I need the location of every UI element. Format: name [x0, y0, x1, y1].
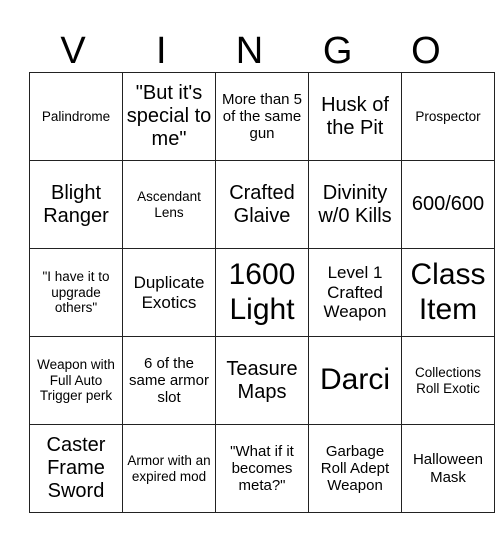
board-row: Weapon with Full Auto Trigger perk 6 of t… [29, 336, 495, 425]
header-letter-g: G [322, 30, 353, 72]
bingo-cell[interactable]: 6 of the same armor slot [122, 336, 216, 425]
bingo-cell[interactable]: Darci [308, 336, 402, 425]
header-letter-v: V [60, 30, 86, 72]
board-row: Palindrome "But it's special to me" More t… [29, 72, 495, 161]
bingo-cell[interactable]: "But it's special to me" [122, 72, 216, 161]
bingo-cell[interactable]: Level 1 Crafted Weapon [308, 248, 402, 337]
header-letter-i: I [156, 30, 167, 72]
bingo-cell[interactable]: Crafted Glaive [215, 160, 309, 249]
bingo-cell[interactable]: More than 5 of the same gun [215, 72, 309, 161]
board-row: Blight Ranger Ascendant Lens Crafted Glaiv… [29, 160, 495, 249]
bingo-cell[interactable]: "What if it becomes meta?" [215, 424, 309, 513]
header-letter-n: N [235, 30, 264, 72]
bingo-cell[interactable]: Palindrome [29, 72, 123, 161]
bingo-cell[interactable]: Collections Roll Exotic [401, 336, 495, 425]
bingo-cell[interactable]: Husk of the Pit [308, 72, 402, 161]
bingo-cell[interactable]: Class Item [401, 248, 495, 337]
bingo-cell[interactable]: 600/600 [401, 160, 495, 249]
board-row: "I have it to upgrade others" Duplicate E… [29, 248, 495, 337]
bingo-cell[interactable]: 1600 Light [215, 248, 309, 337]
bingo-cell[interactable]: Garbage Roll Adept Weapon [308, 424, 402, 513]
bingo-cell[interactable]: Prospector [401, 72, 495, 161]
bingo-cell[interactable]: Weapon with Full Auto Trigger perk [29, 336, 123, 425]
bingo-cell[interactable]: "I have it to upgrade others" [29, 248, 123, 337]
bingo-cell[interactable]: Ascendant Lens [122, 160, 216, 249]
bingo-cell[interactable]: Teasure Maps [215, 336, 309, 425]
bingo-cell[interactable]: Blight Ranger [29, 160, 123, 249]
bingo-cell[interactable]: Duplicate Exotics [122, 248, 216, 337]
board-row: Caster Frame Sword Armor with an expired … [29, 424, 495, 513]
bingo-cell[interactable]: Caster Frame Sword [29, 424, 123, 513]
bingo-cell[interactable]: Halloween Mask [401, 424, 495, 513]
bingo-cell[interactable]: Armor with an expired mod [122, 424, 216, 513]
bingo-cell[interactable]: Divinity w/0 Kills [308, 160, 402, 249]
bingo-header: V I N G O [29, 30, 470, 72]
header-letter-o: O [411, 30, 441, 72]
bingo-board: Palindrome "But it's special to me" More t… [29, 72, 495, 513]
